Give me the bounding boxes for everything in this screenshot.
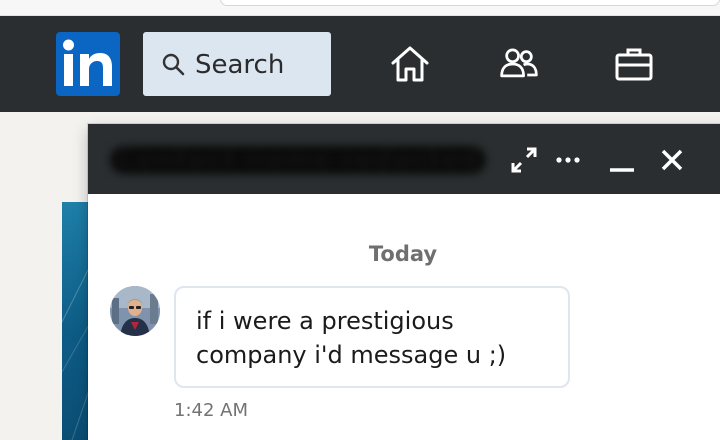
contact-name-redacted: Contact name redacted <box>110 146 486 174</box>
linkedin-logo[interactable] <box>56 32 120 96</box>
message-conversation-window: Contact name redacted Today if i were a … <box>88 124 720 440</box>
search-placeholder: Search <box>195 50 285 80</box>
address-bar[interactable] <box>220 0 720 6</box>
expand-icon[interactable] <box>508 144 540 176</box>
home-icon[interactable] <box>389 43 431 85</box>
date-separator: Today <box>368 242 438 266</box>
conversation-body: Today if i were a prestigious company i'… <box>88 194 720 440</box>
global-nav: Search <box>0 16 720 112</box>
search-input[interactable]: Search <box>143 32 331 96</box>
browser-toolbar <box>0 0 720 16</box>
message-text: if i were a prestigious company i'd mess… <box>196 307 507 369</box>
minimize-icon[interactable] <box>606 144 638 176</box>
my-network-icon[interactable] <box>498 43 540 85</box>
search-icon <box>162 53 185 76</box>
close-icon[interactable] <box>656 144 688 176</box>
profile-photo <box>110 286 160 336</box>
message-bubble[interactable]: if i were a prestigious company i'd mess… <box>174 286 570 388</box>
message-timestamp: 1:42 AM <box>174 400 248 421</box>
avatar[interactable] <box>110 286 160 336</box>
conversation-header[interactable]: Contact name redacted <box>88 124 720 194</box>
jobs-icon[interactable] <box>613 43 655 85</box>
more-options-icon[interactable] <box>552 144 584 176</box>
linkedin-logo-icon <box>63 39 112 86</box>
